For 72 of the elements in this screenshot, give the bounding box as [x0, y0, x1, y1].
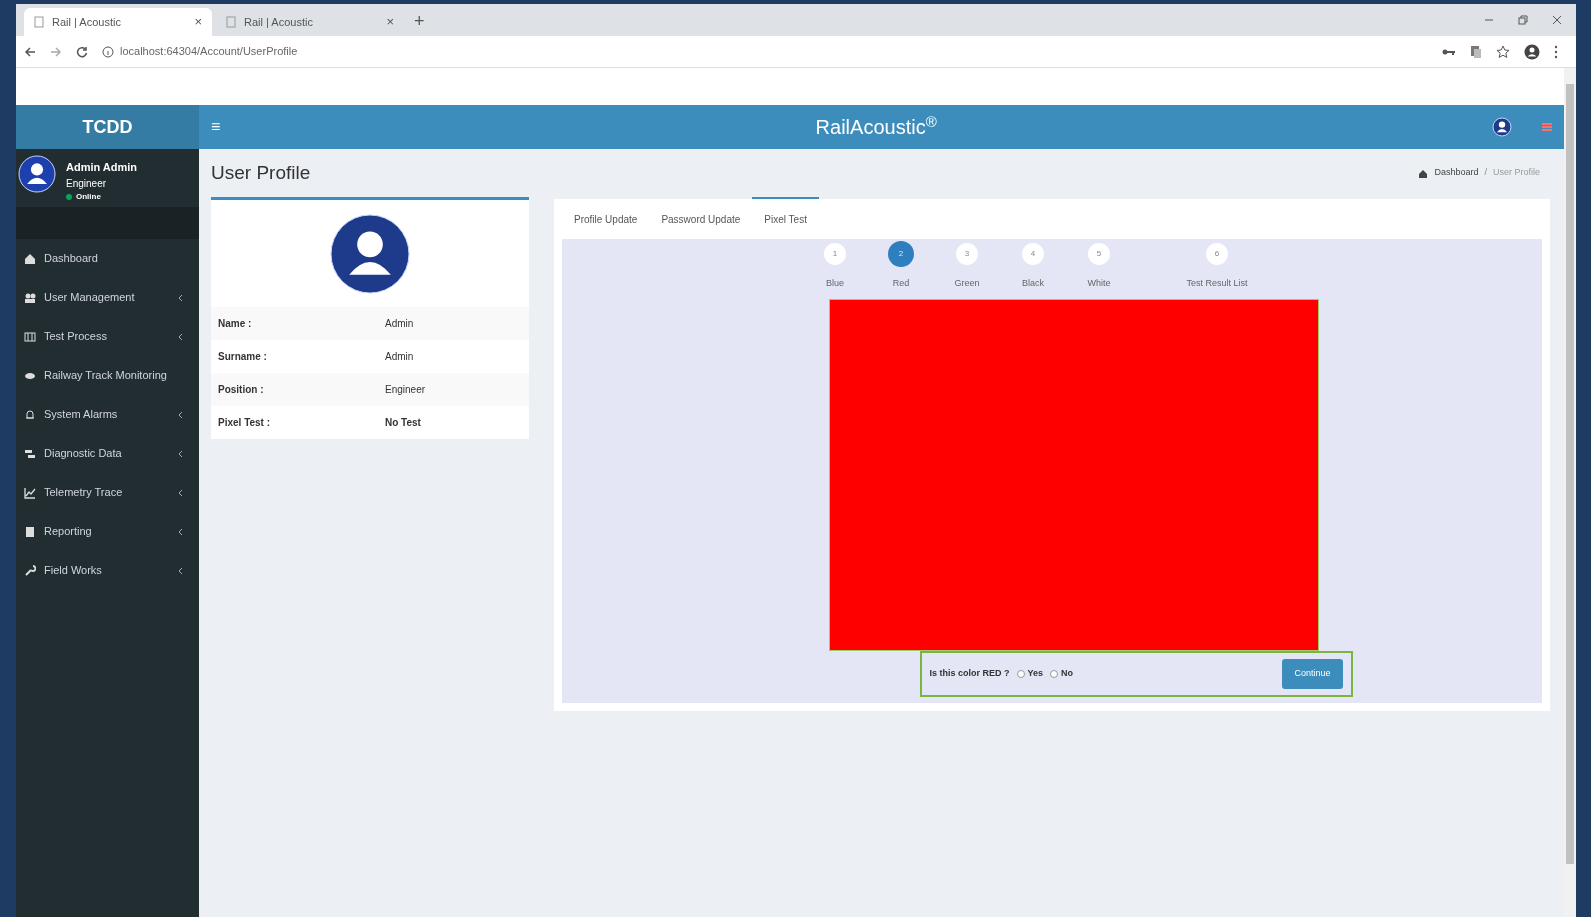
page-title: User Profile: [211, 160, 311, 185]
radio-button[interactable]: [1050, 670, 1059, 678]
menu-toggle[interactable]: ≡: [211, 115, 221, 139]
back-icon: [24, 45, 36, 58]
sidebar-item[interactable]: Telemetry Trace: [16, 473, 199, 512]
sliders-icon: [24, 447, 36, 460]
reload-icon: [76, 45, 88, 58]
new-tab-button[interactable]: +: [408, 8, 431, 36]
step-label: White: [1087, 277, 1111, 290]
step-label: Blue: [826, 277, 844, 290]
radio-button[interactable]: [1016, 670, 1025, 678]
chart-icon: [24, 486, 36, 499]
map-icon: [24, 330, 36, 343]
field-value: Admin: [385, 350, 414, 364]
tab-close[interactable]: ×: [194, 12, 202, 32]
profile-avatar-icon: [330, 213, 410, 294]
user-avatar-icon: [18, 155, 56, 193]
home-icon: [1418, 168, 1429, 178]
page-icon: [34, 16, 44, 28]
info-icon: [102, 45, 114, 58]
tab[interactable]: Password Update: [649, 197, 753, 239]
forward-icon: [50, 45, 62, 58]
user-avatar-icon: [1492, 117, 1512, 137]
wrench-icon: [24, 564, 36, 577]
browser-tab[interactable]: Rail | Acoustic ×: [24, 8, 212, 36]
field-value: Admin: [385, 317, 414, 331]
radio-label: No: [1061, 667, 1074, 681]
sidebar-item[interactable]: User Management: [16, 278, 199, 317]
tab-title: Rail | Acoustic: [52, 14, 122, 30]
brand-logo[interactable]: TCDD: [16, 105, 199, 149]
step-label: Green: [954, 277, 980, 290]
home-icon: [24, 252, 36, 265]
tab-title: Rail | Acoustic: [244, 14, 314, 30]
bell-icon: [24, 408, 36, 421]
sidebar-item[interactable]: Railway Track Monitoring: [16, 356, 199, 395]
step-label: Test Result List: [1186, 277, 1248, 290]
user-status: Online: [76, 190, 101, 203]
sidebar-item[interactable]: Dashboard: [16, 239, 199, 278]
online-dot-icon: [66, 193, 72, 200]
tab-close[interactable]: ×: [386, 12, 394, 32]
close-icon: [1552, 15, 1562, 25]
sidebar-item[interactable]: Field Works: [16, 551, 199, 590]
menu-icon: [1542, 122, 1552, 132]
field-label: Surname :: [218, 350, 268, 364]
user-role: Engineer: [66, 176, 108, 191]
sidebar-item[interactable]: System Alarms: [16, 395, 199, 434]
account-icon: [1524, 43, 1540, 60]
sidebar-item[interactable]: Reporting: [16, 512, 199, 551]
field-label: Position :: [218, 383, 265, 397]
restore-icon: [1518, 15, 1528, 25]
question-text: Is this color RED ?: [929, 667, 1010, 681]
tab[interactable]: Profile Update: [562, 197, 650, 239]
sidebar-item[interactable]: Diagnostic Data: [16, 434, 199, 473]
breadcrumb-link[interactable]: Dashboard: [1434, 166, 1479, 180]
radio-label: Yes: [1027, 667, 1044, 681]
sidebar-search-field[interactable]: [16, 207, 199, 239]
user-name: Admin Admin: [66, 160, 138, 175]
field-value: No Test: [385, 416, 421, 430]
field-label: Name :: [218, 317, 253, 331]
app-title: RailAcoustic$^{®}$: [815, 112, 937, 140]
field-value: Engineer: [385, 383, 426, 397]
star-icon: [1496, 44, 1510, 59]
sidebar-item[interactable]: Test Process: [16, 317, 199, 356]
step-label: Red: [892, 277, 910, 290]
scrollbar-thumb[interactable]: [1566, 84, 1574, 864]
step-label: Black: [1022, 277, 1044, 290]
users-icon: [24, 291, 36, 304]
continue-button[interactable]: Continue: [1282, 659, 1343, 689]
breadcrumb-separator: /: [1484, 166, 1487, 180]
page-icon: [226, 16, 236, 28]
more-icon: [1554, 44, 1558, 59]
field-label: Pixel Test :: [218, 416, 272, 430]
